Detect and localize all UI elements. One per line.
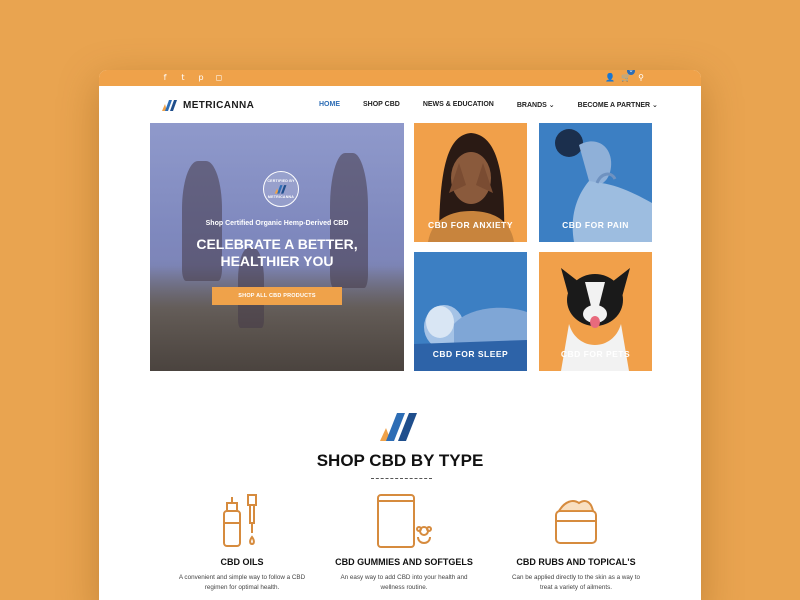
search-icon[interactable]: ⚲ <box>637 72 645 83</box>
shop-by-type-title: SHOP CBD BY TYPE <box>316 451 484 470</box>
section-logo-icon <box>380 413 417 441</box>
facebook-icon[interactable]: f <box>161 72 169 83</box>
category-oils-title: CBD OILS <box>220 557 264 567</box>
tile-pain-label: CBD FOR PAIN <box>562 220 629 230</box>
topical-jar-icon <box>555 500 597 544</box>
tile-pets-label: CBD FOR PETS <box>560 349 631 359</box>
badge-top-text: CERTIFIED BY <box>267 179 295 183</box>
category-topicals-desc-line: Can be applied directly to the skin as a… <box>511 574 641 581</box>
category-gummies-title: CBD GUMMIES AND SOFTGELS <box>335 557 473 567</box>
hero-title-line-1: CELEBRATE A BETTER, <box>196 236 358 252</box>
tile-sleep[interactable]: CBD FOR SLEEP <box>414 252 527 371</box>
nav-become-partner[interactable]: BECOME A PARTNER ⌄ <box>578 101 658 109</box>
social-links: f t p ◻ <box>161 72 223 83</box>
title-underline <box>371 478 432 479</box>
oil-bottle-icon <box>223 494 257 547</box>
hero-banner: CERTIFIED BY METRICANNA Shop Certified O… <box>150 123 404 371</box>
brand-logo[interactable]: METRICANNA <box>161 99 254 111</box>
category-gummies-desc: An easy way to add CBD into your health … <box>314 573 494 593</box>
hero-title-line-2: HEALTHIER YOU <box>220 253 334 269</box>
tile-anxiety[interactable]: CBD FOR ANXIETY <box>414 123 527 242</box>
metricanna-logo-icon <box>162 100 177 111</box>
category-topicals-desc-line: treat a variety of ailments. <box>539 584 613 591</box>
shop-all-button[interactable]: SHOP ALL CBD PRODUCTS <box>212 287 342 305</box>
user-icon[interactable]: 👤 <box>605 72 615 83</box>
tile-pets[interactable]: CBD FOR PETS <box>539 252 652 371</box>
tile-pain[interactable]: CBD FOR PAIN <box>539 123 652 242</box>
nav-shop-cbd[interactable]: SHOP CBD <box>363 101 400 109</box>
category-gummies-desc-line: An easy way to add CBD into your health … <box>340 574 468 581</box>
category-gummies-desc-line: wellness routine. <box>380 584 428 591</box>
category-topicals[interactable]: CBD RUBS AND TOPICAL'S Can be applied di… <box>486 493 666 593</box>
hero-kicker: Shop Certified Organic Hemp-Derived CBD <box>205 220 349 227</box>
brand-name: METRICANNA <box>183 99 255 111</box>
category-topicals-title: CBD RUBS AND TOPICAL'S <box>516 557 636 567</box>
badge-bottom-text: METRICANNA <box>267 195 295 199</box>
pinterest-icon[interactable]: p <box>197 72 205 83</box>
category-oils-desc-line: regimen for optimal health. <box>204 584 280 591</box>
top-bar: f t p ◻ 👤 🛒 ⚲ 0 <box>99 70 701 86</box>
instagram-icon[interactable]: ◻ <box>215 72 223 83</box>
tile-anxiety-label: CBD FOR ANXIETY <box>427 220 514 230</box>
main-menu: HOME SHOP CBD NEWS & EDUCATION BRANDS ⌄ … <box>319 101 658 109</box>
nav-news-education[interactable]: NEWS & EDUCATION <box>423 101 494 109</box>
nav-home[interactable]: HOME <box>319 101 340 109</box>
browser-window: f t p ◻ 👤 🛒 ⚲ 0 METRICANNA HOME SHOP CBD… <box>99 70 701 600</box>
utility-icons: 👤 🛒 ⚲ <box>605 72 645 83</box>
category-oils-desc-line: A convenient and simple way to follow a … <box>178 574 306 581</box>
hero-title: CELEBRATE A BETTER, HEALTHIER YOU <box>150 236 404 270</box>
category-topicals-desc: Can be applied directly to the skin as a… <box>486 573 666 593</box>
tile-sleep-label: CBD FOR SLEEP <box>432 349 509 359</box>
badge-logo-icon <box>274 185 287 194</box>
main-navbar: METRICANNA HOME SHOP CBD NEWS & EDUCATIO… <box>99 86 701 123</box>
gummy-jar-icon <box>377 494 432 548</box>
certified-badge: CERTIFIED BY METRICANNA <box>263 171 299 207</box>
twitter-icon[interactable]: t <box>179 72 187 83</box>
nav-brands[interactable]: BRANDS ⌄ <box>517 101 555 109</box>
category-oils[interactable]: CBD OILS A convenient and simple way to … <box>152 493 332 593</box>
category-gummies[interactable]: CBD GUMMIES AND SOFTGELS An easy way to … <box>314 493 494 593</box>
category-oils-desc: A convenient and simple way to follow a … <box>152 573 332 593</box>
